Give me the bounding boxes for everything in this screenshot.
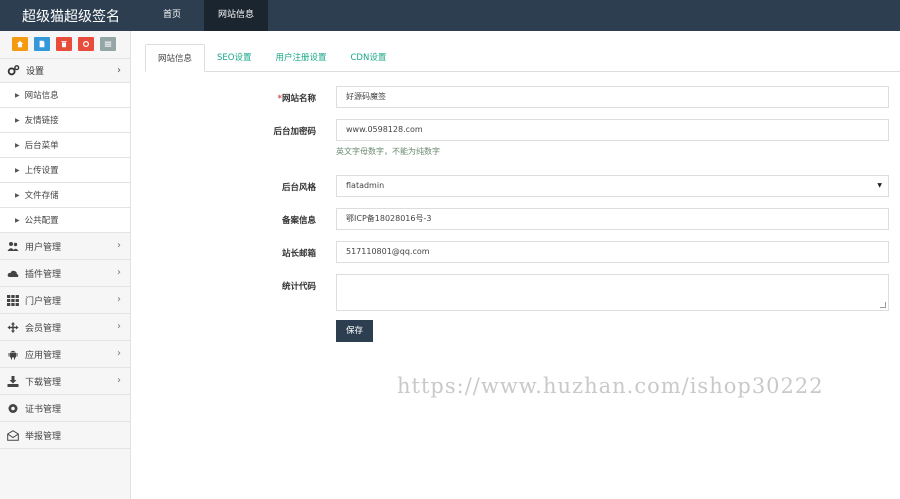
chevron-right-icon: › [117, 348, 121, 359]
home-icon[interactable] [12, 37, 28, 51]
sidebar-group-plugins[interactable]: 插件管理 › [0, 260, 130, 287]
theme-select-value: flatadmin [346, 181, 385, 190]
sidebar-item-label: 公共配置 [24, 216, 59, 226]
save-button[interactable]: 保存 [336, 320, 373, 342]
sidebar-group-label: 举报管理 [25, 431, 62, 442]
document-icon[interactable] [34, 37, 50, 51]
recycle-icon[interactable] [78, 37, 94, 51]
nav-home[interactable]: 首页 [140, 0, 204, 31]
chevron-right-icon: › [117, 375, 121, 386]
sidebar-group-label: 插件管理 [25, 269, 62, 280]
envelope-icon [6, 429, 20, 441]
sidebar-group-portal[interactable]: 门户管理 › [0, 287, 130, 314]
sidebar-group-label: 应用管理 [25, 350, 62, 361]
caret-right-icon: ▶ [15, 216, 20, 224]
brand-title: 超级猫超级签名 [22, 9, 120, 25]
sidebar-group-label: 用户管理 [25, 242, 62, 253]
sidebar-group-reports[interactable]: 举报管理 [0, 422, 130, 449]
beian-label: 备案信息 [281, 216, 316, 226]
theme-label: 后台风格 [281, 183, 316, 193]
sidebar-item-public-config[interactable]: ▶ 公共配置 [0, 208, 130, 233]
cloud-icon [6, 267, 20, 279]
theme-select[interactable]: flatadmin [336, 175, 889, 197]
quick-actions [0, 31, 130, 58]
trash-icon[interactable] [56, 37, 72, 51]
sidebar-item-site-info[interactable]: ▶ 网站信息 [0, 83, 130, 108]
chevron-right-icon: › [117, 267, 121, 278]
caret-right-icon: ▶ [15, 141, 20, 149]
top-bar: 超级猫超级签名 首页 网站信息 [0, 0, 900, 31]
sidebar-item-upload[interactable]: ▶ 上传设置 [0, 158, 130, 183]
sidebar-item-label: 网站信息 [24, 91, 59, 101]
sidebar-group-users[interactable]: 用户管理 › [0, 233, 130, 260]
admin-code-input[interactable]: www.0598128.com [336, 119, 889, 141]
site-name-input[interactable]: 好源码魔签 [336, 86, 889, 108]
beian-input[interactable]: 鄂ICP备18028016号-3 [336, 208, 889, 230]
sidebar-item-label: 友情链接 [24, 116, 59, 126]
tab-seo[interactable]: SEO设置 [205, 44, 263, 72]
tab-user-register[interactable]: 用户注册设置 [263, 44, 338, 72]
users-icon [6, 240, 20, 252]
sidebar-item-label: 文件存储 [24, 191, 59, 201]
sidebar: 设置 › ▶ 网站信息 ▶ 友情链接 ▶ 后台菜单 ▶ 上传设置 ▶ 文件存储 ▶ 公共配置… [0, 31, 131, 499]
chevron-right-icon: › [117, 65, 121, 76]
sidebar-group-label: 门户管理 [25, 296, 62, 307]
caret-right-icon: ▶ [15, 116, 20, 124]
android-icon [6, 348, 20, 360]
sidebar-group-apps[interactable]: 应用管理 › [0, 341, 130, 368]
tab-site-info[interactable]: 网站信息 [145, 44, 206, 72]
sidebar-group-certificates[interactable]: 证书管理 [0, 395, 130, 422]
download-icon [6, 375, 20, 387]
sidebar-group-label: 下载管理 [25, 377, 62, 388]
caret-right-icon: ▶ [15, 166, 20, 174]
sidebar-group-label: 会员管理 [25, 323, 62, 334]
caret-right-icon: ▶ [15, 91, 20, 99]
sidebar-item-label: 上传设置 [24, 166, 59, 176]
caret-right-icon: ▶ [15, 191, 20, 199]
sidebar-group-label: 证书管理 [25, 404, 62, 415]
settings-tabs: 网站信息 SEO设置 用户注册设置 CDN设置 [145, 44, 900, 72]
sidebar-item-links[interactable]: ▶ 友情链接 [0, 108, 130, 133]
watermark: https://www.huzhan.com/ishop30222 [397, 374, 824, 398]
main-content: 网站信息 SEO设置 用户注册设置 CDN设置 *网站名称 好源码魔签 后台加密… [131, 31, 900, 499]
gears-icon [6, 64, 20, 78]
sidebar-item-admin-menu[interactable]: ▶ 后台菜单 [0, 133, 130, 158]
chevron-right-icon: › [117, 240, 121, 251]
grid-icon [6, 294, 20, 306]
admin-code-label: 后台加密码 [273, 127, 316, 137]
stats-code-textarea[interactable] [336, 274, 889, 311]
top-nav: 首页 网站信息 [140, 0, 268, 31]
sidebar-item-label: 后台菜单 [24, 141, 59, 151]
email-label: 站长邮箱 [281, 249, 316, 259]
site-name-label-text: 网站名称 [281, 94, 316, 104]
resize-handle[interactable] [880, 302, 886, 308]
sidebar-item-storage[interactable]: ▶ 文件存储 [0, 183, 130, 208]
stats-code-label: 统计代码 [281, 282, 316, 292]
menu-settings-label: 设置 [26, 67, 45, 77]
nav-site-info[interactable]: 网站信息 [204, 0, 268, 31]
chevron-right-icon: › [117, 294, 121, 305]
certificate-icon [6, 402, 20, 414]
tab-cdn[interactable]: CDN设置 [339, 44, 399, 72]
sidebar-group-downloads[interactable]: 下载管理 › [0, 368, 130, 395]
sidebar-group-members[interactable]: 会员管理 › [0, 314, 130, 341]
admin-code-help: 英文字母数字，不能为纯数字 [336, 147, 440, 156]
site-name-label: *网站名称 [196, 92, 316, 104]
move-icon [6, 321, 20, 333]
chevron-right-icon: › [117, 321, 121, 332]
email-input[interactable]: 517110801@qq.com [336, 241, 889, 263]
menu-settings[interactable]: 设置 › [0, 58, 130, 83]
list-icon[interactable] [100, 37, 116, 51]
